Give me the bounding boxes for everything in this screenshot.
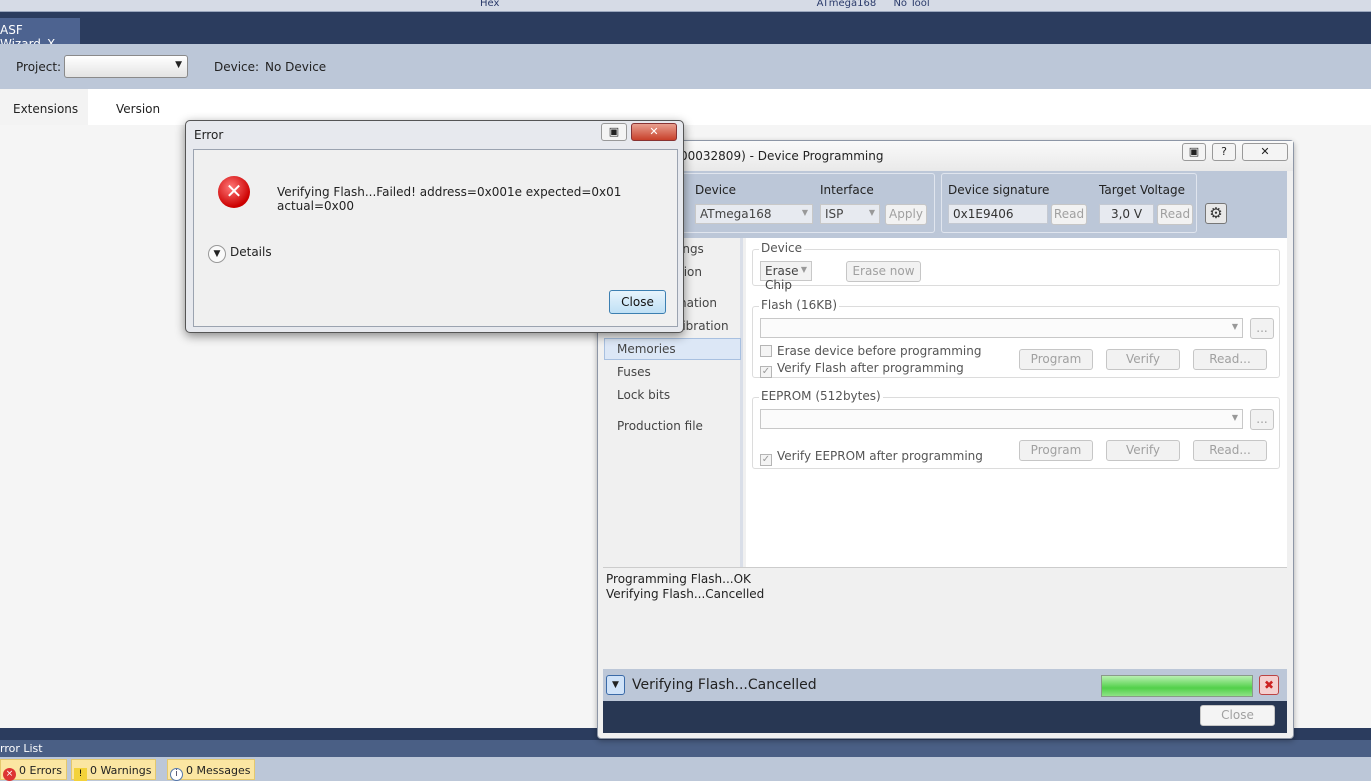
error-icon: × <box>3 768 16 781</box>
verify-flash-checkbox[interactable]: ✓ Verify Flash after programming <box>760 361 964 378</box>
messages-count: 0 Messages <box>186 764 251 777</box>
tab-asf-wizard[interactable]: ASF WizardX <box>0 18 80 51</box>
device-label: Device <box>695 183 737 197</box>
close-button[interactable]: Close <box>1200 705 1275 726</box>
tool-selector[interactable]: No Tool <box>893 0 929 9</box>
status-text: Verifying Flash...Cancelled <box>632 677 817 693</box>
voltage-label: Target Voltage <box>1099 183 1185 197</box>
output-log: Programming Flash...OK Verifying Flash..… <box>603 567 1287 669</box>
sidebar-item-production-file[interactable]: Production file <box>617 419 703 433</box>
signature-value: 0x1E9406 <box>948 204 1048 224</box>
progress-bar <box>1101 675 1253 697</box>
erase-mode-dropdown[interactable]: Erase Chip ▼ <box>760 261 812 292</box>
tool-settings-bar: Device ATmega168 ▼ Interface ISP ▼ Apply D… <box>601 171 1287 238</box>
device-dropdown[interactable]: ATmega168 ▼ <box>695 204 813 224</box>
browse-flash-button[interactable]: ... <box>1250 318 1274 339</box>
device-group: Device Erase Chip ▼ Erase now <box>752 241 1280 292</box>
device-value: No Device <box>265 60 327 74</box>
window-footer: Close <box>603 701 1287 733</box>
verify-eeprom-button[interactable]: Verify <box>1106 440 1180 461</box>
info-icon: i <box>170 768 183 781</box>
read-eeprom-button[interactable]: Read... <box>1193 440 1267 461</box>
sidebar-item-memories[interactable]: Memories <box>604 338 741 360</box>
cancel-icon[interactable]: ✖ <box>1259 675 1279 695</box>
project-dropdown[interactable]: ▼ <box>64 55 188 78</box>
voltage-value: 3,0 V <box>1099 204 1154 224</box>
project-label: Project: <box>16 60 62 74</box>
toolbar: Hex ATmega168 No Tool <box>0 0 1371 12</box>
project-bar: Project: ▼ Device: No Device <box>0 44 1371 89</box>
warnings-count: 0 Warnings <box>90 764 152 777</box>
tab-extensions[interactable]: Extensions <box>0 89 88 125</box>
log-line: Verifying Flash...Cancelled <box>606 587 765 601</box>
read-flash-button[interactable]: Read... <box>1193 349 1267 370</box>
dialog-title: Error <box>194 128 224 142</box>
errors-count: 0 Errors <box>19 764 63 777</box>
device-programming-window: 00032809) - Device Programming ▣ ? ✕ Dev… <box>597 140 1294 739</box>
restore-icon[interactable]: ▣ <box>1182 143 1206 161</box>
program-eeprom-button[interactable]: Program <box>1019 440 1093 461</box>
flash-file-dropdown[interactable]: ▼ <box>760 318 1243 338</box>
verify-flash-button[interactable]: Verify <box>1106 349 1180 370</box>
sidebar-item-oscillator-calibration[interactable]: libration <box>679 319 729 333</box>
log-line: Programming Flash...OK <box>606 572 751 586</box>
error-list-filters: × 0 Errors ! 0 Warnings i0 Messages <box>0 757 1371 781</box>
error-list-header: rror List <box>0 740 1371 757</box>
sidebar-item-lock-bits[interactable]: Lock bits <box>617 388 670 402</box>
memories-panel: Device Erase Chip ▼ Erase now Flash (16KB… <box>746 238 1287 567</box>
signature-label: Device signature <box>948 183 1050 197</box>
gear-icon[interactable]: ⚙ <box>1205 203 1227 224</box>
details-label: Details <box>230 245 272 259</box>
verify-eeprom-checkbox[interactable]: ✓ Verify EEPROM after programming <box>760 449 983 466</box>
details-toggle[interactable]: ▼ Details <box>208 245 272 263</box>
erase-now-button[interactable]: Erase now <box>846 261 921 282</box>
read-signature-button[interactable]: Read <box>1051 204 1087 225</box>
close-button[interactable]: Close <box>609 290 666 314</box>
group-label: Device <box>759 241 805 255</box>
document-tab-bar <box>0 12 1371 44</box>
messages-filter[interactable]: i0 Messages <box>167 759 256 781</box>
sidebar-item-device-information[interactable]: nation <box>679 296 717 310</box>
chevron-down-icon: ▼ <box>175 60 182 70</box>
flash-group: Flash (16KB) ▼ ... Erase device before p… <box>752 298 1280 378</box>
device-label: Device: <box>214 60 260 74</box>
close-icon[interactable]: ✕ <box>631 123 677 141</box>
status-bar: ▼ Verifying Flash...Cancelled ✖ <box>603 669 1287 701</box>
dialog-body: ✕ Verifying Flash...Failed! address=0x00… <box>193 149 678 327</box>
interface-label: Interface <box>820 183 874 197</box>
error-dialog: Error ▣ ✕ ✕ Verifying Flash...Failed! ad… <box>185 120 684 333</box>
error-message: Verifying Flash...Failed! address=0x001e… <box>277 185 622 213</box>
chevron-down-icon: ▼ <box>208 245 226 263</box>
read-voltage-button[interactable]: Read <box>1157 204 1193 225</box>
hex-button[interactable]: Hex <box>480 0 499 9</box>
progress-fill <box>1102 676 1252 696</box>
eeprom-file-dropdown[interactable]: ▼ <box>760 409 1243 429</box>
error-icon: ✕ <box>218 176 250 208</box>
tab-version[interactable]: Version <box>116 102 160 116</box>
warnings-filter[interactable]: ! 0 Warnings <box>71 759 157 781</box>
sidebar-item-fuses[interactable]: Fuses <box>617 365 651 379</box>
restore-icon[interactable]: ▣ <box>601 123 627 141</box>
expand-log-button[interactable]: ▼ <box>606 675 625 695</box>
apply-button[interactable]: Apply <box>885 204 927 225</box>
group-label: Flash (16KB) <box>759 298 839 312</box>
program-flash-button[interactable]: Program <box>1019 349 1093 370</box>
erase-before-checkbox[interactable]: Erase device before programming <box>760 344 981 358</box>
warning-icon: ! <box>74 768 87 781</box>
interface-dropdown[interactable]: ISP ▼ <box>820 204 880 224</box>
group-label: EEPROM (512bytes) <box>759 389 883 403</box>
errors-filter[interactable]: × 0 Errors <box>0 759 68 781</box>
browse-eeprom-button[interactable]: ... <box>1250 409 1274 430</box>
help-icon[interactable]: ? <box>1212 143 1236 161</box>
close-icon[interactable]: ✕ <box>1242 143 1288 161</box>
eeprom-group: EEPROM (512bytes) ▼ ... ✓ Verify EEPROM a… <box>752 389 1280 469</box>
device-selector[interactable]: ATmega168 <box>817 0 877 9</box>
